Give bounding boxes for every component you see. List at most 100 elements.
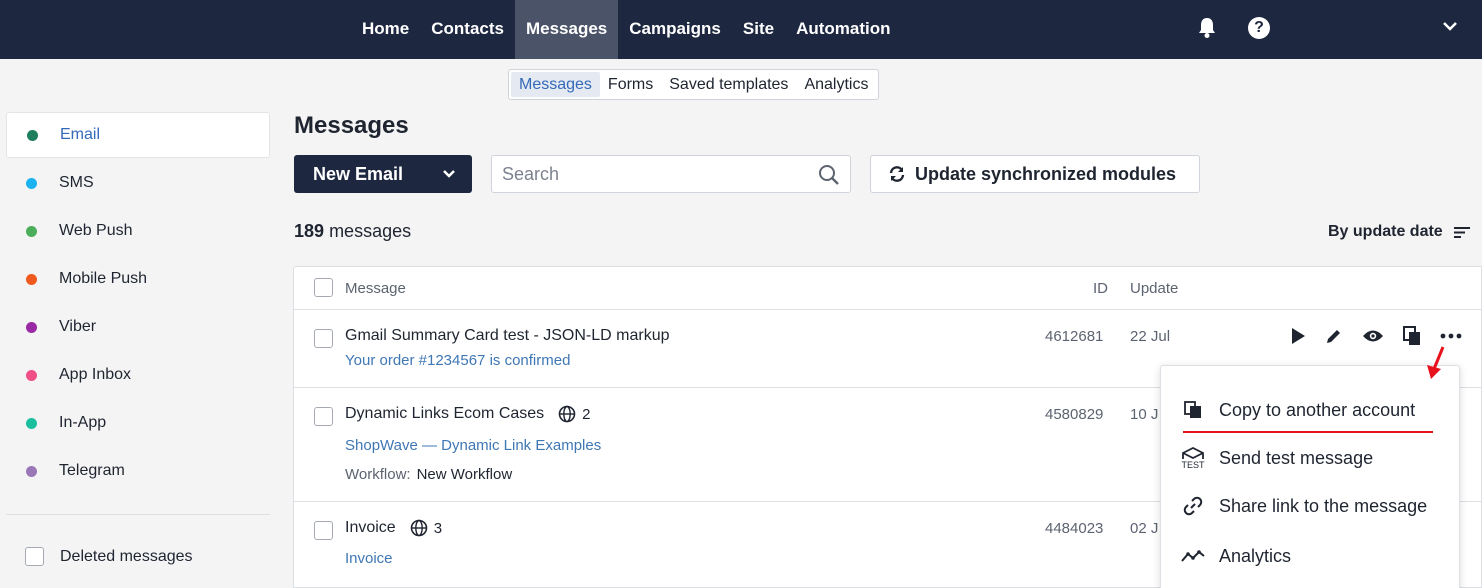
menu-item-share-link[interactable]: Share link to the message [1161,486,1459,526]
message-title-text: Invoice [345,519,396,536]
message-subject: Invoice [345,550,393,567]
page-title: Messages [294,112,409,139]
select-all-checkbox[interactable] [314,278,333,297]
message-date: 22 Jul [1130,328,1171,345]
edit-icon[interactable] [1325,327,1343,345]
status-dot [26,177,37,189]
more-options-menu: Copy to another account TEST Send test m… [1160,365,1460,588]
language-count-value: 2 [582,405,591,423]
message-title-text: Dynamic Links Ecom Cases [345,405,545,422]
test-badge: TEST [1181,459,1205,470]
main-nav: Home Contacts Messages Campaigns Site Au… [351,0,902,59]
tab-forms[interactable]: Forms [600,72,661,97]
row-checkbox[interactable] [314,521,333,540]
menu-item-send-test[interactable]: TEST Send test message [1161,438,1459,478]
table-header: Message ID Update [294,267,1481,310]
deleted-messages-toggle[interactable]: Deleted messages [25,547,193,566]
nav-automation[interactable]: Automation [785,0,901,59]
status-dot [26,225,37,237]
nav-campaigns[interactable]: Campaigns [618,0,732,59]
link-icon [1181,496,1205,516]
tab-saved-templates[interactable]: Saved templates [661,72,796,97]
sidebar-item-label: Email [60,126,101,143]
sort-control[interactable]: By update date [1328,223,1471,241]
play-icon[interactable] [1290,327,1306,345]
chevron-down-icon[interactable] [1442,20,1458,32]
workflow-label: Workflow: [345,466,411,483]
status-dot [26,417,37,429]
message-title[interactable]: Dynamic Links Ecom Cases 2 [345,405,591,423]
highlight-underline [1183,431,1433,433]
top-navigation-bar: Home Contacts Messages Campaigns Site Au… [0,0,1482,59]
new-email-button[interactable]: New Email [294,155,472,193]
search-icon[interactable] [818,164,840,186]
message-title[interactable]: Gmail Summary Card test - JSON-LD markup [345,327,670,345]
update-sync-modules-button[interactable]: Update synchronized modules [870,155,1200,193]
menu-item-analytics[interactable]: Analytics [1161,536,1459,576]
sidebar-item-sms[interactable]: SMS [6,160,270,206]
row-checkbox[interactable] [314,407,333,426]
tab-messages[interactable]: Messages [511,72,600,97]
chevron-down-icon[interactable] [442,169,456,179]
menu-item-label: Share link to the message [1219,495,1428,516]
copy-icon [1181,401,1205,419]
bell-icon[interactable] [1197,17,1217,39]
message-id: 4580829 [1045,406,1104,423]
sidebar-item-app-inbox[interactable]: App Inbox [6,352,270,398]
workflow-info: Workflow: New Workflow [345,466,512,483]
more-options-icon[interactable] [1440,333,1462,339]
status-dot [26,369,37,381]
message-subject: Your order #1234567 is confirmed [345,352,571,369]
sort-label: By update date [1328,223,1443,240]
sub-tabs: Messages Forms Saved templates Analytics [508,69,880,100]
nav-contacts[interactable]: Contacts [420,0,515,59]
sync-label: Update synchronized modules [915,163,1177,184]
row-checkbox[interactable] [314,329,333,348]
sidebar-item-label: Viber [59,318,97,335]
language-count: 3 [410,519,442,537]
sidebar-item-label: Telegram [59,462,125,479]
sidebar-item-label: Web Push [59,222,133,239]
message-subject: ShopWave — Dynamic Link Examples [345,437,602,454]
sidebar-item-label: In-App [59,414,107,431]
message-count: 189 messages [294,221,411,242]
red-arrow-annotation [1427,346,1445,379]
message-date: 02 J [1130,520,1159,537]
message-date: 10 J [1130,406,1159,423]
menu-item-label: Analytics [1219,545,1292,566]
deleted-messages-checkbox[interactable] [25,547,44,566]
tab-analytics[interactable]: Analytics [796,72,876,97]
sidebar-item-viber[interactable]: Viber [6,304,270,350]
search-box [491,155,851,193]
sidebar-item-mobile-push[interactable]: Mobile Push [6,256,270,302]
help-icon[interactable]: ? [1248,17,1270,39]
sidebar-item-email[interactable]: Email [6,112,270,158]
column-header-id[interactable]: ID [1093,280,1108,297]
sidebar-divider [6,514,270,515]
nav-home[interactable]: Home [351,0,420,59]
workflow-value: New Workflow [416,466,513,483]
eye-icon[interactable] [1362,328,1384,344]
message-count-number: 189 [294,221,325,241]
menu-item-copy-to-account[interactable]: Copy to another account [1161,390,1459,430]
message-title[interactable]: Invoice 3 [345,519,442,537]
nav-messages[interactable]: Messages [514,0,619,59]
globe-icon [410,519,428,537]
search-input[interactable] [492,156,802,192]
sidebar-item-in-app[interactable]: In-App [6,400,270,446]
column-header-update[interactable]: Update [1130,280,1178,297]
analytics-icon [1181,549,1205,563]
language-count: 2 [558,405,591,423]
nav-site[interactable]: Site [732,0,785,59]
column-header-message[interactable]: Message [345,280,406,297]
sidebar-item-label: Mobile Push [59,270,148,287]
sidebar-item-label: SMS [59,174,94,191]
sidebar-item-web-push[interactable]: Web Push [6,208,270,254]
sidebar-item-telegram[interactable]: Telegram [6,448,270,494]
sync-icon [889,166,905,182]
new-email-label: New Email [313,163,404,184]
sort-icon [1453,227,1470,238]
status-dot [26,273,37,285]
copy-icon[interactable] [1403,326,1421,346]
menu-item-label: Send test message [1219,447,1374,468]
